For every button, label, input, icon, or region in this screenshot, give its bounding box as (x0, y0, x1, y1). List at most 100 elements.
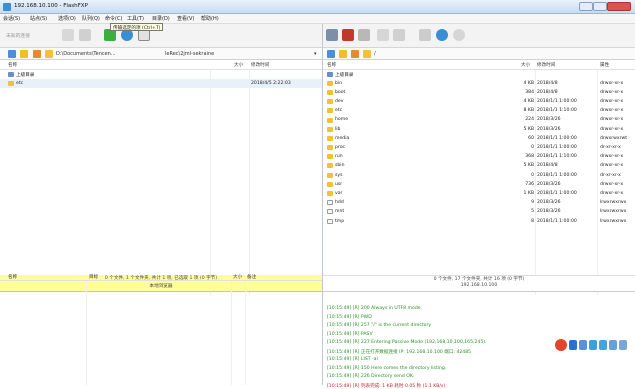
menu-help[interactable]: 帮助(H) (201, 15, 219, 22)
col-modified[interactable]: 修改时间 (537, 62, 555, 68)
col-name[interactable]: 名称 (8, 274, 17, 280)
file-attr: drwxr-xr-x (600, 126, 624, 132)
folder-icon (327, 172, 333, 178)
file-size: 384 (525, 89, 534, 95)
favorite-star-icon[interactable] (20, 50, 28, 58)
menu-view[interactable]: 查看(V) (177, 15, 194, 22)
history-icon[interactable] (351, 50, 359, 58)
menu-commands[interactable]: 命令(C) (105, 15, 122, 22)
abort-x-icon[interactable] (358, 29, 370, 41)
ime-mode-icon[interactable] (569, 340, 577, 350)
file-name: usr (335, 181, 343, 187)
file-name: mnt (335, 209, 345, 215)
list-item[interactable]: var 1 KB 2018/1/1 1:00:00 drwxr-xr-x (323, 189, 635, 198)
ime-toolbar[interactable] (555, 339, 633, 351)
list-item[interactable]: run 368 2018/1/1 1:10:00 drwxr-xr-x (323, 153, 635, 162)
symlink-icon (327, 218, 333, 224)
punctuation-icon[interactable] (579, 340, 587, 350)
list-item[interactable]: bin 4 KB 2018/4/8 drwxr-xr-x (323, 79, 635, 88)
log-line: [10:15:49] [R] 226 Directory send OK. (327, 374, 415, 379)
list-item[interactable]: dev 4 KB 2018/1/1 1:00:00 drwxr-xr-x (323, 98, 635, 107)
col-note[interactable]: 备注 (247, 274, 256, 280)
menu-sites[interactable]: 站点(S) (30, 15, 47, 22)
voice-icon[interactable] (599, 340, 607, 350)
col-size[interactable]: 大小 (234, 62, 243, 68)
file-date: 2018/1/1 1:00:00 (537, 190, 577, 196)
local-path-input[interactable]: D:\Documents\Tencen... (56, 51, 116, 57)
keyboard-icon[interactable] (609, 340, 617, 350)
col-size[interactable]: 大小 (233, 274, 242, 280)
list-item[interactable]: usr 736 2018/3/26 drwxr-xr-x (323, 180, 635, 189)
transfer-icon[interactable] (419, 29, 431, 41)
col-attributes[interactable]: 属性 (600, 62, 609, 68)
chevron-down-icon[interactable]: ▾ (314, 51, 317, 57)
menu-session[interactable]: 会话(S) (3, 15, 20, 22)
play-icon[interactable] (393, 29, 405, 41)
file-size: 368 (525, 154, 534, 160)
list-item[interactable]: sbin 5 KB 2018/4/8 drwxr-xr-x (323, 162, 635, 171)
computer-icon[interactable] (8, 50, 16, 58)
refresh-icon[interactable] (436, 29, 448, 41)
file-size: 1 KB (523, 190, 534, 196)
favorite-star-icon[interactable] (339, 50, 347, 58)
list-item[interactable]: 上级目录 (323, 70, 635, 79)
pause-icon[interactable] (62, 29, 74, 41)
close-button[interactable] (607, 2, 631, 11)
menu-queue[interactable]: 队列(Q) (82, 15, 100, 22)
folder-icon (327, 191, 333, 197)
file-attr: drwxr-xr-x (600, 181, 624, 187)
list-item[interactable]: media 60 2018/1/1 1:00:00 drwxrwxrwt (323, 134, 635, 143)
stop-icon[interactable] (377, 29, 389, 41)
col-size[interactable]: 大小 (521, 62, 530, 68)
file-size: 4 KB (523, 99, 534, 105)
transfer-queue: 名称 目标 大小 备注 (0, 270, 322, 385)
list-item[interactable]: boot 384 2018/4/8 drwxr-xr-x (323, 88, 635, 97)
menu-directory[interactable]: 目录(D) (152, 15, 170, 22)
remote-path-bar: / (323, 48, 635, 60)
folder-icon (363, 50, 371, 58)
folder-icon (327, 99, 333, 105)
list-item[interactable]: hdd 9 2018/3/26 lrwxrwxrwx (323, 199, 635, 208)
play-icon[interactable] (79, 29, 91, 41)
list-item[interactable]: 上级目录 (0, 70, 322, 79)
col-target[interactable]: 目标 (89, 274, 98, 280)
list-item[interactable]: lib 5 KB 2018/3/26 drwxr-xr-x (323, 125, 635, 134)
file-attr: lrwxrwxrwx (600, 218, 627, 224)
file-name: hdd (335, 200, 344, 206)
file-size: 8 (531, 218, 534, 224)
connect-icon[interactable] (326, 29, 338, 41)
maximize-button[interactable] (593, 2, 607, 11)
server-icon[interactable] (327, 50, 335, 58)
local-file-list: 上级目录 etc 2018/4/5 2:22:03 (0, 70, 322, 89)
ime-logo-icon[interactable] (555, 339, 567, 351)
folder-icon (327, 80, 333, 86)
list-item[interactable]: mnt 5 2018/3/26 lrwxrwxrwx (323, 208, 635, 217)
file-name: 上级目录 (335, 72, 354, 78)
disconnect-icon[interactable] (342, 29, 354, 41)
emoji-icon[interactable] (589, 340, 597, 350)
list-item[interactable]: etc 8 KB 2018/1/1 1:10:00 drwxr-xr-x (323, 107, 635, 116)
folder-icon (327, 181, 333, 187)
globe-icon[interactable] (453, 29, 465, 41)
history-icon[interactable] (33, 50, 41, 58)
list-item[interactable]: sys 0 2018/1/1 1:00:00 dr-xr-xr-x (323, 171, 635, 180)
file-size: 4 KB (523, 80, 534, 86)
menu-tools[interactable]: 工具(T) (127, 15, 144, 22)
remote-path-input[interactable]: / (374, 51, 376, 57)
folder-icon (45, 50, 53, 58)
col-name[interactable]: 名称 (8, 62, 17, 68)
minimize-button[interactable] (579, 2, 593, 11)
file-name: tmp (335, 218, 345, 224)
list-item[interactable]: home 224 2018/3/26 drwxr-xr-x (323, 116, 635, 125)
col-modified[interactable]: 修改时间 (251, 62, 269, 68)
file-size: 736 (525, 181, 534, 187)
file-size: 60 (528, 135, 534, 141)
list-item[interactable]: etc 2018/4/5 2:22:03 (0, 79, 322, 89)
list-item[interactable]: proc 0 2018/1/1 1:00:00 dr-xr-xr-x (323, 144, 635, 153)
list-item[interactable]: tmp 8 2018/1/1 1:00:00 lrwxrwxrwx (323, 217, 635, 226)
divider (245, 281, 246, 385)
menu-options[interactable]: 选项(O) (58, 15, 76, 22)
skin-icon[interactable] (619, 340, 627, 350)
col-name[interactable]: 名称 (327, 62, 336, 68)
local-path-bar: D:\Documents\Tencen... leRec\2jml-sekrai… (0, 48, 322, 60)
